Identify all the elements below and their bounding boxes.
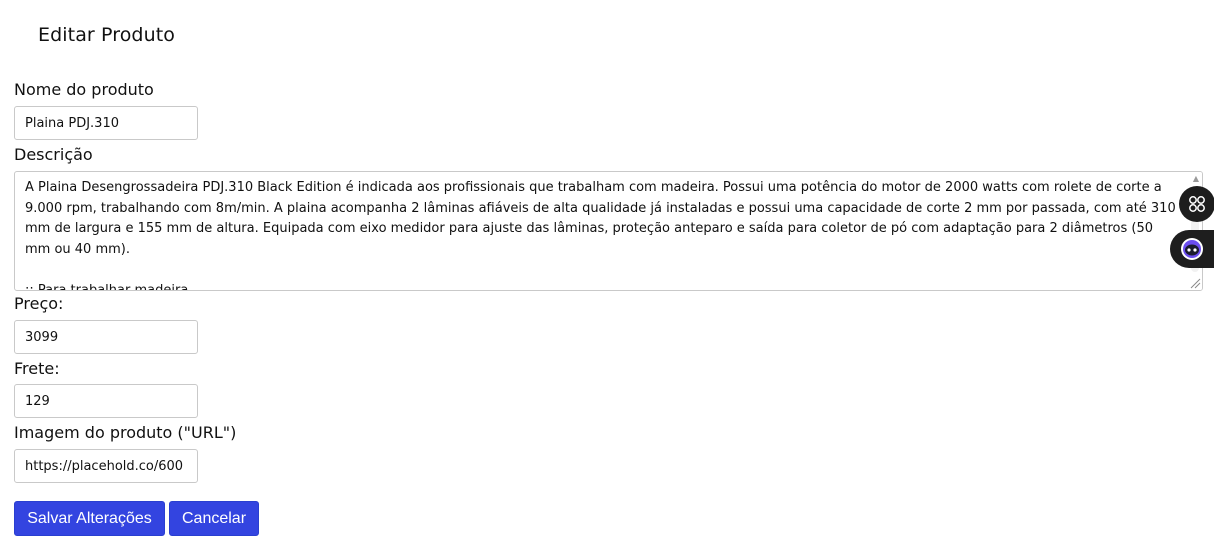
floating-assistant-button[interactable] bbox=[1170, 230, 1214, 268]
floating-grid-button[interactable] bbox=[1179, 186, 1214, 222]
product-name-input[interactable] bbox=[14, 106, 198, 140]
save-changes-button[interactable]: Salvar Alterações bbox=[14, 501, 165, 536]
description-textarea[interactable]: A Plaina Desengrossadeira PDJ.310 Black … bbox=[14, 171, 1203, 291]
price-label: Preço: bbox=[14, 294, 64, 313]
price-input[interactable] bbox=[14, 320, 198, 354]
scroll-up-arrow-icon[interactable]: ▲ bbox=[1193, 174, 1199, 183]
page-title: Editar Produto bbox=[38, 24, 176, 46]
image-url-input[interactable] bbox=[14, 449, 198, 483]
cancel-button[interactable]: Cancelar bbox=[169, 501, 259, 536]
edit-product-page: Editar Produto Nome do produto Descrição… bbox=[0, 0, 1214, 544]
image-url-label: Imagem do produto ("URL") bbox=[14, 423, 237, 442]
shipping-input[interactable] bbox=[14, 384, 198, 418]
assistant-bot-icon bbox=[1181, 238, 1203, 260]
description-text: A Plaina Desengrossadeira PDJ.310 Black … bbox=[25, 180, 1176, 291]
shipping-label: Frete: bbox=[14, 359, 60, 378]
product-name-label: Nome do produto bbox=[14, 80, 154, 99]
grid-icon bbox=[1189, 196, 1205, 212]
resize-handle-icon[interactable] bbox=[1187, 275, 1201, 289]
description-label: Descrição bbox=[14, 145, 93, 164]
